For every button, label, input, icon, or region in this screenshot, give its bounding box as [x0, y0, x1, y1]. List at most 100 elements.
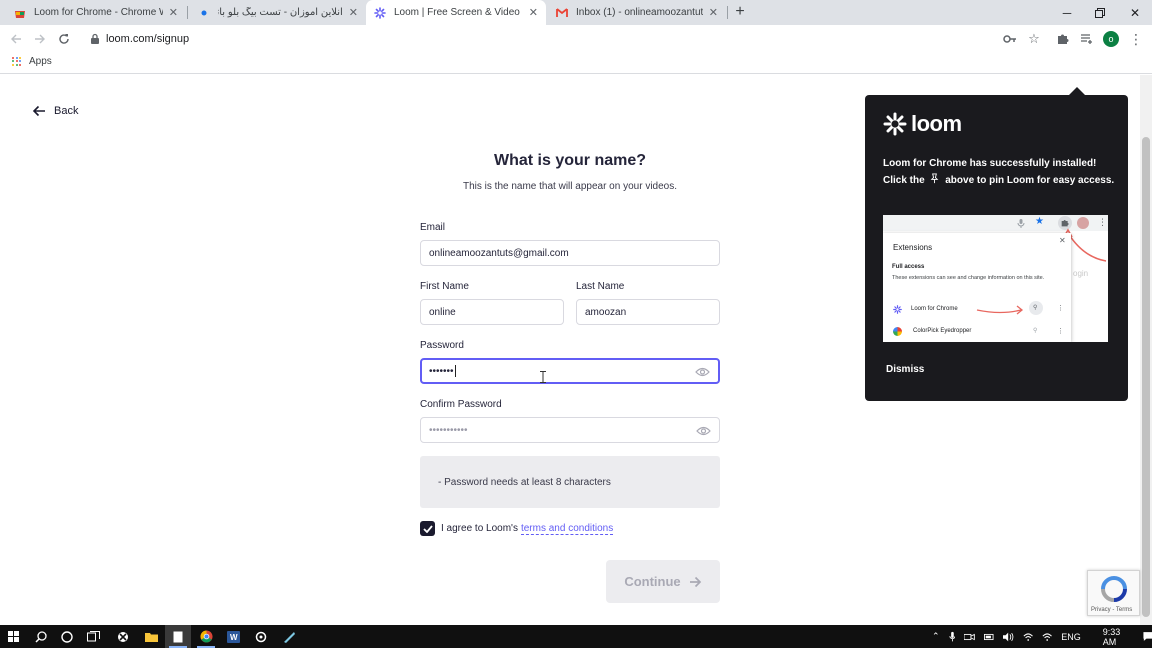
camera-icon[interactable]	[964, 632, 975, 642]
loom-icon	[374, 6, 386, 19]
clock[interactable]: 9:33 AM	[1103, 627, 1132, 647]
tab-title: آنلاین آموزان - تست بیگ بلو باتن 2	[218, 7, 343, 18]
chrome-app-icon[interactable]	[193, 625, 219, 648]
first-name-label: First Name	[420, 281, 469, 292]
full-access-description: These extensions can see and change info…	[892, 275, 1045, 281]
extensions-puzzle-icon	[1061, 220, 1069, 227]
word-app-icon[interactable]: W	[220, 625, 246, 648]
extensions-menu: Extensions ✕ Full access These extension…	[883, 233, 1071, 342]
apps-shortcut[interactable]: Apps	[12, 56, 52, 67]
microphone-icon[interactable]	[948, 631, 956, 643]
last-name-value: amoozan	[585, 306, 627, 318]
chrome-menu-icon[interactable]: ⋮	[1126, 29, 1146, 49]
popup-message-post: above to pin Loom for easy access.	[945, 175, 1115, 186]
recaptcha-footer: Privacy - Terms	[1091, 607, 1133, 613]
dismiss-button[interactable]: Dismiss	[886, 364, 924, 375]
file-explorer-icon[interactable]	[138, 625, 164, 648]
svg-text:W: W	[230, 633, 238, 642]
agree-text: I agree to Loom's	[441, 523, 518, 534]
scrollbar-thumb[interactable]	[1142, 137, 1150, 617]
tab-loom-signup[interactable]: Loom | Free Screen & Video Recording ✕	[366, 0, 546, 25]
tab-title: Loom | Free Screen & Video Recording	[394, 7, 523, 18]
checkmark-icon	[422, 524, 433, 533]
password-label: Password	[420, 340, 464, 351]
last-name-field[interactable]: amoozan	[576, 299, 720, 325]
loom-logo: loom	[883, 111, 962, 137]
requirement-text: - Password needs at least 8 characters	[438, 476, 611, 488]
close-tab-icon[interactable]: ✕	[709, 6, 718, 19]
xbox-icon[interactable]	[110, 625, 136, 648]
back-label: Back	[54, 105, 79, 117]
key-icon[interactable]	[1000, 29, 1020, 49]
battery-icon[interactable]	[983, 632, 994, 642]
minimize-button[interactable]: ─	[1050, 0, 1084, 25]
popup-message-pre: Click the	[883, 175, 925, 186]
back-nav-icon[interactable]	[6, 29, 26, 49]
close-window-button[interactable]: ✕	[1118, 0, 1152, 25]
cortana-icon[interactable]	[54, 625, 80, 648]
profile-avatar[interactable]: o	[1101, 29, 1121, 49]
arrow-left-icon	[32, 105, 45, 117]
close-tab-icon[interactable]: ✕	[529, 6, 538, 19]
loom-icon	[893, 305, 902, 314]
show-password-eye-icon[interactable]	[695, 367, 710, 377]
tab-amoozan-bbb[interactable]: آنلاین آموزان - تست بیگ بلو باتن 2 ✕	[190, 0, 366, 25]
new-tab-button[interactable]: +	[730, 2, 750, 22]
lock-icon	[91, 33, 99, 44]
popup-message: Loom for Chrome has successfully install…	[883, 155, 1115, 189]
last-name-label: Last Name	[576, 281, 625, 292]
tab-loom-chrome-store[interactable]: Loom for Chrome - Chrome Web Store ✕	[6, 0, 186, 25]
tab-gmail-inbox[interactable]: Inbox (1) - onlineamoozantuts@gmail.com …	[548, 0, 726, 25]
popup-pointer	[1069, 87, 1085, 95]
close-tab-icon[interactable]: ✕	[169, 6, 178, 19]
popup-message-line1: Loom for Chrome has successfully install…	[883, 158, 1097, 169]
notifications-icon[interactable]	[1143, 631, 1152, 642]
first-name-value: online	[429, 306, 456, 318]
bookmark-star-icon[interactable]: ☆	[1024, 29, 1044, 49]
reload-icon[interactable]	[54, 29, 74, 49]
loom-logo-text: loom	[911, 111, 962, 136]
system-tray: ⌃ ENG 9:33 AM	[932, 625, 1152, 648]
settings-app-icon[interactable]	[248, 625, 274, 648]
task-view-icon[interactable]	[80, 625, 106, 648]
close-tab-icon[interactable]: ✕	[349, 6, 358, 19]
arrow-right-icon	[689, 576, 701, 587]
confirm-password-field[interactable]: •••••••••••	[420, 417, 720, 443]
address-bar[interactable]: loom.com/signup	[80, 27, 1048, 50]
recaptcha-icon	[1101, 576, 1127, 602]
url-text: loom.com/signup	[106, 32, 190, 45]
extension-item-colorpick: ColorPick Eyedropper	[913, 328, 972, 334]
recaptcha-badge[interactable]: Privacy - Terms	[1087, 570, 1140, 616]
confirm-password-placeholder: •••••••••••	[429, 424, 468, 436]
full-access-heading: Full access	[892, 264, 925, 270]
show-hidden-icons-icon[interactable]: ⌃	[932, 631, 940, 642]
tab-separator	[187, 6, 188, 19]
page-scrollbar[interactable]	[1140, 75, 1152, 625]
language-indicator[interactable]: ENG	[1061, 632, 1081, 642]
first-name-field[interactable]: online	[420, 299, 564, 325]
start-button[interactable]	[0, 625, 26, 648]
pin-icon	[931, 173, 939, 184]
volume-icon[interactable]	[1003, 632, 1014, 642]
reading-list-icon[interactable]	[1077, 29, 1097, 49]
network-icon[interactable]	[1042, 632, 1052, 642]
restore-button[interactable]	[1083, 0, 1117, 25]
tab-title: Loom for Chrome - Chrome Web Store	[34, 7, 163, 18]
back-link[interactable]: Back	[32, 105, 78, 117]
password-field[interactable]: •••••••	[420, 358, 720, 384]
search-icon[interactable]	[28, 625, 54, 648]
forward-nav-icon[interactable]	[30, 29, 50, 49]
agree-checkbox[interactable]	[420, 521, 435, 536]
text-caret	[454, 365, 456, 377]
pen-app-icon[interactable]	[276, 625, 302, 648]
show-password-eye-icon[interactable]	[696, 426, 711, 436]
extensions-puzzle-icon[interactable]	[1053, 29, 1073, 49]
email-field[interactable]: onlineamoozantuts@gmail.com	[420, 240, 720, 266]
notepad-app-icon[interactable]	[165, 625, 191, 648]
page-title: What is your name?	[493, 152, 647, 169]
terms-link[interactable]: terms and conditions	[520, 523, 614, 535]
menu-dots-icon: ⋮	[1057, 305, 1064, 312]
wifi-icon[interactable]	[1023, 632, 1033, 642]
password-value: •••••••	[429, 365, 454, 377]
continue-button[interactable]: Continue	[606, 560, 720, 603]
